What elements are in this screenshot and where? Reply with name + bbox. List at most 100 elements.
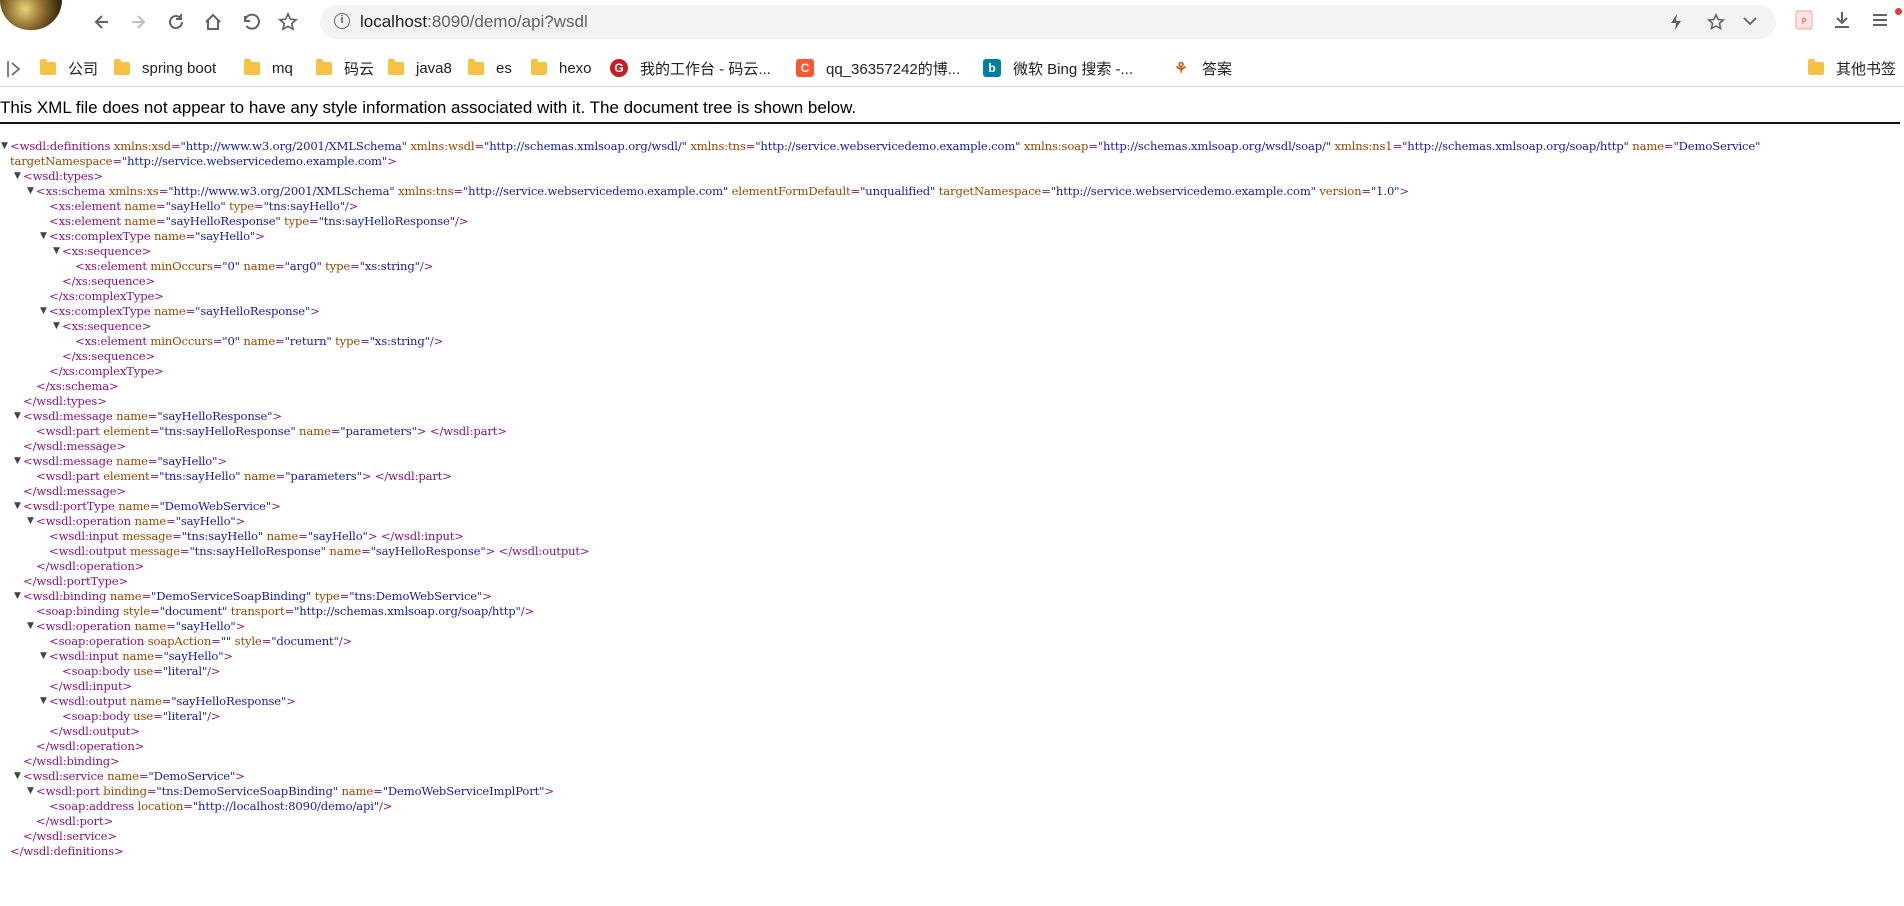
- xml-tag-text: =: [183, 799, 193, 813]
- bookmark-item[interactable]: spring boot: [114, 58, 216, 78]
- xml-line-content: <xs:complexType name="sayHelloResponse">: [49, 304, 320, 319]
- xml-line: </wsdl:service>: [0, 829, 1904, 844]
- xml-tag-text: <soap:operation: [49, 634, 145, 648]
- xml-attr-name: style: [231, 634, 262, 648]
- address-bar[interactable]: i localhost:8090/demo/api?wsdl: [320, 5, 1776, 39]
- xml-tag-text: =: [179, 544, 190, 558]
- bookmark-item[interactable]: 码云: [316, 58, 374, 78]
- xml-tag-text: =: [212, 334, 223, 348]
- xml-attr-value: "DemoService": [1673, 139, 1761, 153]
- xml-attr-value: "tns:DemoWebService": [349, 589, 483, 603]
- bookmark-label: 其他书签: [1836, 60, 1897, 78]
- profile-avatar[interactable]: [0, 0, 62, 30]
- xml-tag-text: <xs:element: [75, 259, 147, 273]
- xml-tag-text: >: [255, 229, 265, 243]
- xml-line: </wsdl:types>: [0, 394, 1904, 409]
- xml-tag-text: >: [235, 514, 246, 528]
- xml-tag-text: </xs:complexType>: [49, 364, 164, 378]
- xml-tag-text: <soap:body: [62, 709, 130, 723]
- xml-line: </wsdl:message>: [0, 484, 1904, 499]
- xml-attr-name: type: [311, 589, 340, 603]
- menu-icon[interactable]: [1868, 10, 1892, 34]
- xml-line: <xs:element name="sayHello" type="tns:sa…: [0, 199, 1904, 214]
- xml-line: ▼ <wsdl:types>: [0, 169, 1904, 184]
- sidebar-toggle-icon[interactable]: [6, 60, 22, 83]
- xml-line-content: <wsdl:definitions xmlns:xsd="http://www.…: [10, 139, 1760, 154]
- xml-attr-value: "sayHelloResponse": [171, 694, 287, 708]
- xml-line: ▼ <xs:complexType name="sayHello">: [0, 229, 1904, 244]
- forward-icon[interactable]: [126, 10, 150, 34]
- undo-icon[interactable]: [239, 10, 263, 34]
- xml-line-content: <wsdl:output name="sayHelloResponse">: [49, 694, 296, 709]
- xml-attr-name: type: [321, 259, 351, 273]
- xml-line-content: <wsdl:message name="sayHelloResponse">: [23, 409, 282, 424]
- star-icon[interactable]: [276, 10, 300, 34]
- bookmark-item[interactable]: 其他书签: [1808, 58, 1896, 78]
- xml-line: <xs:element minOccurs="0" name="arg0" ty…: [0, 259, 1904, 274]
- bookmark-item[interactable]: hexo: [531, 58, 592, 78]
- bookmarks-bar: 公司 spring boot mq 码云 java8 es hexo G 我的工作台 - 码云.…: [0, 48, 1904, 87]
- xml-line: </wsdl:operation>: [0, 559, 1904, 574]
- reload-icon[interactable]: [164, 10, 188, 34]
- xml-line-content: </wsdl:message>: [23, 484, 126, 499]
- xml-line: <wsdl:part element="tns:sayHello" name="…: [0, 469, 1904, 484]
- folder-icon: [531, 58, 547, 75]
- bookmark-item[interactable]: Cqq_36357242的博...: [796, 58, 960, 78]
- xml-attr-value: "0": [222, 259, 240, 273]
- xml-tag-text: =: [1088, 139, 1098, 153]
- xml-attr-name: binding: [99, 784, 147, 798]
- xml-tag-text: </wsdl:portType>: [23, 574, 129, 588]
- lightning-icon[interactable]: [1666, 13, 1686, 31]
- xml-attr-value: "http://schemas.xmlsoap.org/soap/http": [1402, 139, 1629, 153]
- xml-tag-text: =: [212, 259, 223, 273]
- xml-attr-value: "document": [271, 634, 339, 648]
- xml-line: </xs:sequence>: [0, 349, 1904, 364]
- xml-tag-text: <wsdl:output: [49, 544, 127, 558]
- xml-line-content: <wsdl:input message="tns:sayHello" name=…: [49, 529, 464, 544]
- xml-line-content: <wsdl:service name="DemoService">: [23, 769, 245, 784]
- xml-tag-text: =: [185, 304, 196, 318]
- xml-tag-text: </wsdl:message>: [23, 484, 126, 498]
- xml-line-content: <wsdl:port binding="tns:DemoServiceSoapB…: [36, 784, 554, 799]
- home-icon[interactable]: [201, 10, 225, 34]
- info-icon[interactable]: i: [334, 13, 350, 29]
- xml-line-content: </xs:complexType>: [49, 289, 164, 304]
- download-icon[interactable]: [1830, 10, 1854, 34]
- xml-attr-name: name: [118, 649, 154, 663]
- xml-tag-text: =: [298, 529, 308, 543]
- xml-line: ▼ <xs:schema xmlns:xs="http://www.w3.org/…: [0, 184, 1904, 199]
- bookmark-item[interactable]: mq: [244, 58, 293, 78]
- xml-line: <soap:body use="literal"/>: [0, 664, 1904, 679]
- xml-tag-text: =: [149, 469, 160, 483]
- xml-line-content: <wsdl:part element="tns:sayHello" name="…: [36, 469, 452, 484]
- bookmark-item[interactable]: G 我的工作台 - 码云...: [610, 58, 771, 78]
- xml-tag-text: =: [1392, 139, 1403, 153]
- bookmark-item[interactable]: 公司: [40, 58, 98, 78]
- xml-attr-value: "sayHello": [307, 529, 368, 543]
- xml-tag-text: </wsdl:message>: [23, 439, 126, 453]
- xml-tag-text: <wsdl:port: [36, 784, 100, 798]
- xml-line-content: </wsdl:types>: [23, 394, 107, 409]
- xml-line-content: <xs:element minOccurs="0" name="arg0" ty…: [75, 259, 433, 274]
- chevron-down-icon[interactable]: [1740, 13, 1760, 31]
- url-path: :8090/demo/api?wsdl: [427, 12, 588, 31]
- pdf-icon[interactable]: P: [1792, 10, 1816, 34]
- bookmark-item[interactable]: es: [468, 58, 512, 78]
- xml-tag-text: <wsdl:binding: [23, 589, 107, 603]
- xml-tag-text: =: [275, 259, 285, 273]
- xml-tag-text: >: [223, 649, 233, 663]
- back-icon[interactable]: [90, 10, 114, 34]
- url-text[interactable]: localhost:8090/demo/api?wsdl: [360, 12, 588, 32]
- bookmark-item[interactable]: java8: [388, 58, 452, 78]
- xml-tag-text: <wsdl:input: [49, 529, 119, 543]
- xml-attr-name: use: [129, 709, 154, 723]
- bookmark-item[interactable]: ⚘ 答案: [1172, 58, 1232, 78]
- xml-tag-text: =: [158, 184, 169, 198]
- bookmark-item[interactable]: b 微软 Bing 搜索 -...: [983, 58, 1133, 78]
- xml-attr-name: style: [119, 604, 151, 618]
- xml-line-content: <soap:body use="literal"/>: [62, 664, 221, 679]
- xml-attr-value: "arg0": [284, 259, 322, 273]
- xml-attr-value: "tns:sayHelloResponse": [189, 544, 327, 558]
- bookmark-star-icon[interactable]: [1706, 12, 1726, 31]
- xml-tag-text: =: [275, 469, 286, 483]
